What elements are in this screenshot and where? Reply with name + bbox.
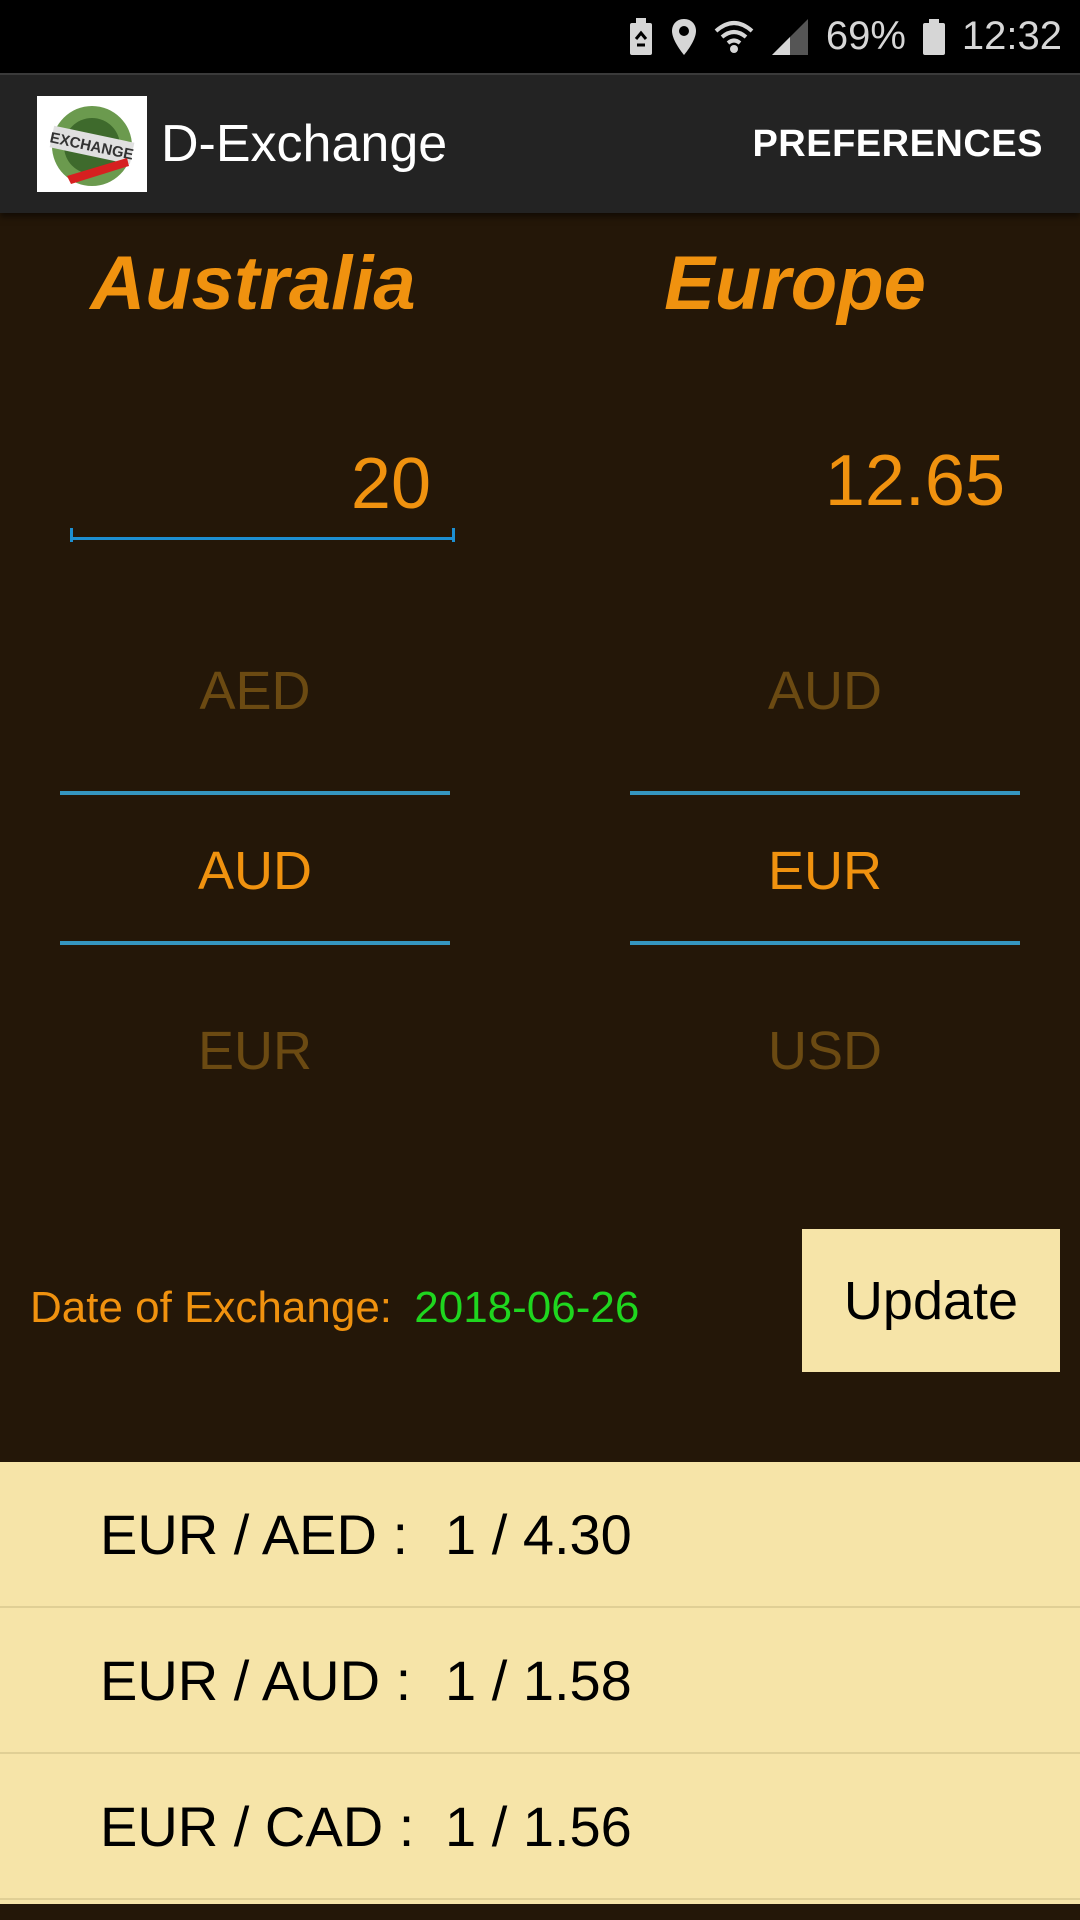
rate-pair: EUR / CAD :: [100, 1794, 415, 1858]
converted-amount: 12.65: [824, 441, 1005, 521]
picker-option[interactable]: AED: [60, 660, 450, 722]
rates-list: EUR / AED : 1 / 4.30 EUR / AUD : 1 / 1.5…: [0, 1462, 1080, 1920]
date-label: Date of Exchange:: [30, 1283, 393, 1332]
from-currency-picker[interactable]: AED AUD EUR: [60, 630, 450, 1090]
screen: 69% 12:32 EXCHANGE D-Exchange PREFERENCE…: [0, 0, 1080, 1920]
battery-saver-icon: [628, 17, 654, 57]
picker-divider: [630, 941, 1020, 945]
amount-input[interactable]: [70, 430, 455, 540]
battery-icon: [922, 17, 946, 57]
app-title: D-Exchange: [161, 115, 448, 173]
wifi-icon: [714, 17, 754, 57]
rate-pair: EUR / AUD :: [100, 1648, 412, 1712]
list-item[interactable]: EUR / CAD : 1 / 1.56: [0, 1754, 1080, 1900]
exchange-logo-icon: EXCHANGE: [37, 96, 147, 192]
clock: 12:32: [961, 14, 1062, 58]
battery-percent: 69%: [825, 14, 906, 58]
status-bar: 69% 12:32: [0, 0, 1080, 73]
list-bottom-edge: [0, 1904, 1080, 1920]
picker-option[interactable]: AUD: [630, 660, 1020, 722]
exchange-date: Date of Exchange: 2018-06-26: [30, 1283, 639, 1333]
picker-divider: [60, 791, 450, 795]
picker-divider: [60, 941, 450, 945]
picker-selected-option[interactable]: EUR: [630, 840, 1020, 902]
rate-value: 1 / 1.56: [445, 1794, 632, 1858]
rate-value: 1 / 4.30: [445, 1502, 632, 1566]
list-item[interactable]: EUR / AED : 1 / 4.30: [0, 1462, 1080, 1608]
from-country-label: Australia: [90, 241, 416, 326]
app-bar: EXCHANGE D-Exchange PREFERENCES: [0, 73, 1080, 213]
picker-option[interactable]: USD: [630, 1020, 1020, 1082]
picker-divider: [630, 791, 1020, 795]
date-value: 2018-06-26: [414, 1283, 640, 1332]
preferences-button[interactable]: PREFERENCES: [752, 123, 1043, 166]
rate-pair: EUR / AED :: [100, 1502, 409, 1566]
picker-option[interactable]: EUR: [60, 1020, 450, 1082]
update-button[interactable]: Update: [802, 1229, 1060, 1372]
location-icon: [670, 17, 698, 57]
to-country-label: Europe: [664, 241, 926, 326]
picker-selected-option[interactable]: AUD: [60, 840, 450, 902]
to-currency-picker[interactable]: AUD EUR USD: [630, 630, 1020, 1090]
rate-value: 1 / 1.58: [445, 1648, 632, 1712]
list-item[interactable]: EUR / AUD : 1 / 1.58: [0, 1608, 1080, 1754]
signal-icon: [770, 17, 810, 57]
